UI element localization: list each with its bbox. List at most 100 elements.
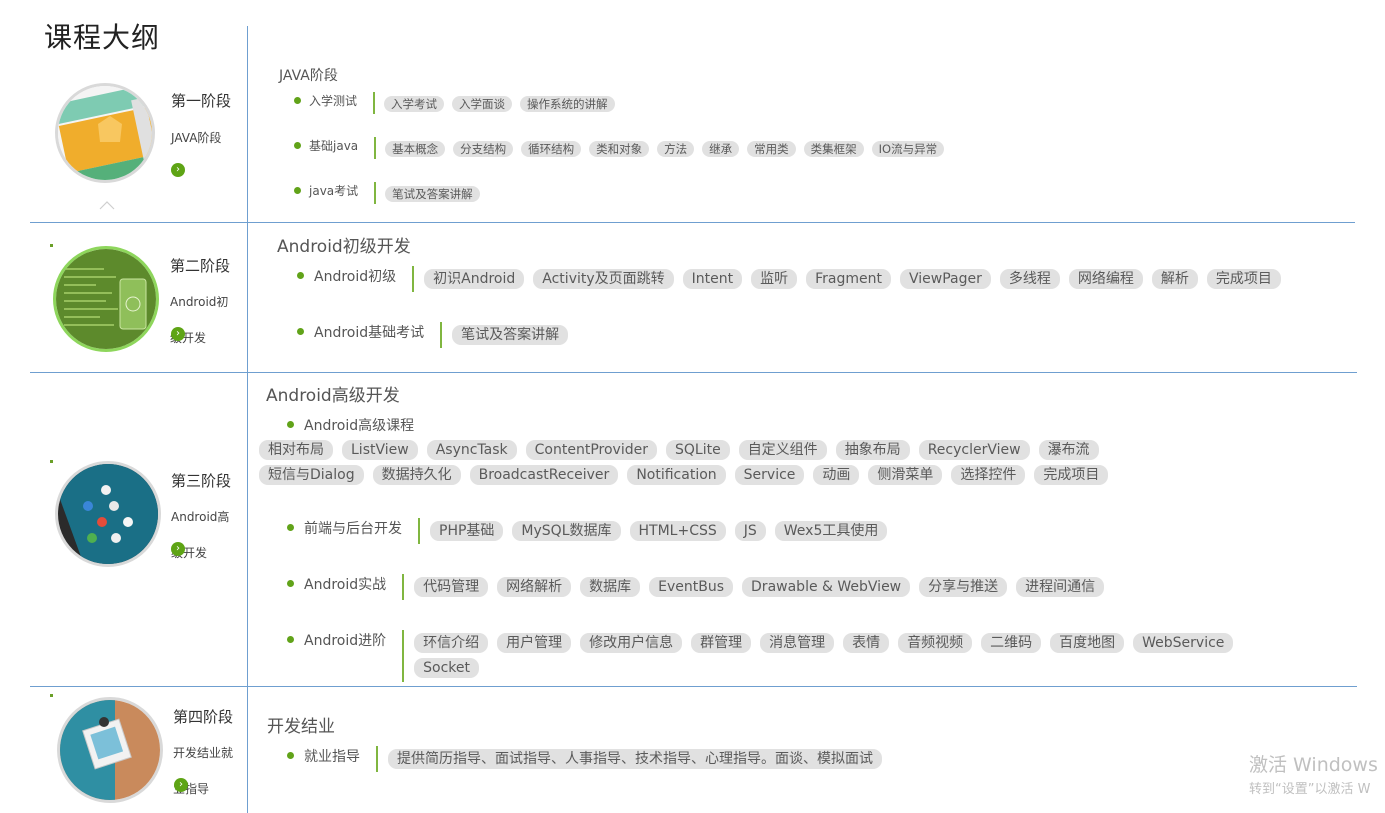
topic-tag[interactable]: 瀑布流 — [1038, 440, 1099, 460]
topic-tag[interactable]: 完成项目 — [1034, 465, 1109, 485]
chevron-up-icon — [99, 201, 115, 210]
topic-tag[interactable]: Socket — [414, 658, 480, 678]
topic-tag[interactable]: Notification — [627, 465, 726, 485]
topic-tag[interactable]: 笔试及答案讲解 — [385, 186, 480, 202]
stage-2-name: 第二阶段 — [170, 257, 231, 275]
topic-tag[interactable]: Wex5工具使用 — [774, 521, 888, 541]
topic-tag[interactable]: 监听 — [751, 269, 798, 289]
topic-tag[interactable]: 消息管理 — [760, 633, 835, 653]
topic-tag[interactable]: 数据库 — [580, 577, 641, 597]
topic-tag[interactable]: 表情 — [843, 633, 890, 653]
arrow-right-icon[interactable]: › — [171, 327, 185, 341]
course-row: 入学测试 入学考试 入学面谈 操作系统的讲解 — [294, 92, 623, 116]
topic-tag[interactable]: 动画 — [813, 465, 860, 485]
stage-2-thumbnail[interactable] — [53, 246, 159, 352]
topic-tag[interactable]: 初识Android — [424, 269, 525, 289]
topic-tag[interactable]: 网络解析 — [497, 577, 572, 597]
topic-tag[interactable]: 方法 — [657, 141, 695, 157]
topic-tag[interactable]: 类集框架 — [803, 141, 864, 157]
topic-tag[interactable]: 继承 — [702, 141, 740, 157]
row-divider — [374, 182, 377, 204]
section-divider — [30, 686, 1357, 687]
topic-tag[interactable]: EventBus — [649, 577, 734, 597]
bullet-icon — [294, 142, 301, 149]
row-divider — [418, 518, 420, 544]
topic-tag[interactable]: IO流与异常 — [871, 141, 945, 157]
course-row: java考试 笔试及答案讲解 — [294, 182, 488, 206]
section-divider — [30, 372, 1357, 373]
topic-tag[interactable]: 群管理 — [691, 633, 752, 653]
topic-tag[interactable]: PHP基础 — [430, 521, 504, 541]
topic-tag[interactable]: Fragment — [806, 269, 891, 289]
row-label: java考试 — [309, 184, 359, 198]
topic-tag[interactable]: 分支结构 — [453, 141, 514, 157]
topic-tag[interactable]: RecyclerView — [918, 440, 1030, 460]
topic-tag[interactable]: Service — [734, 465, 805, 485]
topic-tag[interactable]: 完成项目 — [1206, 269, 1281, 289]
topic-tag[interactable]: ContentProvider — [525, 440, 657, 460]
stage-3-name: 第三阶段 — [171, 472, 232, 490]
row-divider — [402, 574, 405, 600]
page-title: 课程大纲 — [44, 21, 161, 54]
activation-watermark-hint: 转到“设置”以激活 W — [1249, 782, 1371, 797]
topic-tag[interactable]: 修改用户信息 — [580, 633, 683, 653]
topic-tag[interactable]: AsyncTask — [426, 440, 517, 460]
code-screen-image — [56, 249, 156, 349]
stage-1-thumbnail[interactable] — [55, 83, 155, 183]
topic-tag[interactable]: 自定义组件 — [738, 440, 827, 460]
bullet-icon — [287, 580, 294, 587]
topic-tag[interactable]: 短信与Dialog — [259, 465, 364, 485]
course-row: Android高级课程 — [287, 415, 414, 435]
topic-tag[interactable]: HTML+CSS — [629, 521, 726, 541]
topic-tag[interactable]: 基本概念 — [385, 141, 446, 157]
topic-tag[interactable]: 笔试及答案讲解 — [452, 325, 569, 345]
topic-tag[interactable]: 选择控件 — [951, 465, 1026, 485]
topic-tag[interactable]: 代码管理 — [414, 577, 489, 597]
row-divider — [374, 137, 377, 159]
topic-tag[interactable]: 类和对象 — [589, 141, 650, 157]
topic-tag[interactable]: 二维码 — [981, 633, 1042, 653]
course-tag-list: 相对布局 ListView AsyncTask ContentProvider … — [259, 440, 1359, 490]
stage-3-thumbnail[interactable] — [55, 461, 161, 567]
topic-tag[interactable]: 用户管理 — [497, 633, 572, 653]
arrow-right-icon[interactable]: › — [171, 163, 185, 177]
section-title: JAVA阶段 — [279, 68, 338, 84]
topic-tag[interactable]: 网络编程 — [1068, 269, 1143, 289]
topic-tag[interactable]: JS — [734, 521, 766, 541]
topic-tag[interactable]: 解析 — [1151, 269, 1198, 289]
topic-tag[interactable]: 入学考试 — [384, 96, 445, 112]
course-row: Android基础考试 笔试及答案讲解 — [297, 322, 577, 350]
arrow-right-icon[interactable]: › — [171, 542, 185, 556]
topic-tag[interactable]: MySQL数据库 — [512, 521, 621, 541]
marker-icon — [50, 694, 53, 697]
topic-tag[interactable]: 百度地图 — [1050, 633, 1125, 653]
topic-tag[interactable]: SQLite — [665, 440, 730, 460]
topic-tag[interactable]: 多线程 — [999, 269, 1060, 289]
topic-tag[interactable]: 操作系统的讲解 — [520, 96, 615, 112]
topic-tag[interactable]: 分享与推送 — [919, 577, 1008, 597]
topic-tag[interactable]: 循环结构 — [521, 141, 582, 157]
topic-tag[interactable]: WebService — [1133, 633, 1234, 653]
course-row: Android实战 代码管理 网络解析 数据库 EventBus Drawabl… — [287, 574, 1113, 602]
topic-tag[interactable]: BroadcastReceiver — [469, 465, 619, 485]
topic-tag[interactable]: 相对布局 — [259, 440, 333, 460]
topic-tag[interactable]: 环信介绍 — [414, 633, 489, 653]
topic-tag[interactable]: 数据持久化 — [372, 465, 461, 485]
arrow-right-icon[interactable]: › — [174, 778, 188, 792]
marker-icon — [50, 460, 53, 463]
topic-tag[interactable]: ListView — [342, 440, 418, 460]
topic-tag[interactable]: 入学面谈 — [452, 96, 513, 112]
topic-tag[interactable]: 提供简历指导、面试指导、人事指导、技术指导、心理指导。面谈、模拟面试 — [388, 749, 882, 769]
topic-tag[interactable]: 进程间通信 — [1016, 577, 1105, 597]
section-title: Android初级开发 — [277, 237, 411, 257]
stage-4-thumbnail[interactable] — [57, 697, 163, 803]
stage-1-subtitle: JAVA阶段 — [171, 131, 222, 145]
topic-tag[interactable]: 常用类 — [747, 141, 796, 157]
topic-tag[interactable]: ViewPager — [899, 269, 991, 289]
topic-tag[interactable]: Intent — [682, 269, 743, 289]
topic-tag[interactable]: 抽象布局 — [835, 440, 910, 460]
topic-tag[interactable]: 侧滑菜单 — [868, 465, 943, 485]
topic-tag[interactable]: Activity及页面跳转 — [533, 269, 674, 289]
topic-tag[interactable]: 音频视频 — [898, 633, 973, 653]
topic-tag[interactable]: Drawable & WebView — [742, 577, 911, 597]
